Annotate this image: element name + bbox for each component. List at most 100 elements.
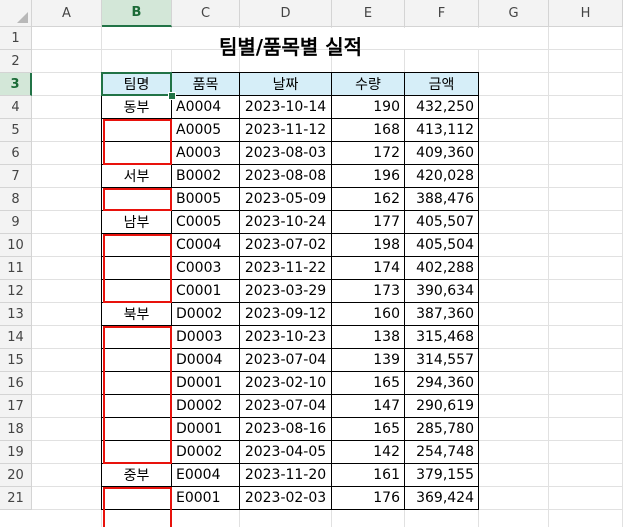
table-cell[interactable]: 405,504 [405,233,479,257]
table-cell[interactable]: 432,250 [405,95,479,119]
row-header-11[interactable]: 11 [0,257,32,280]
table-cell[interactable]: 2023-07-02 [240,233,332,257]
row-header-4[interactable]: 4 [0,96,32,119]
table-cell[interactable]: 172 [332,141,405,165]
table-cell[interactable]: A0004 [172,95,240,119]
table-cell[interactable]: 165 [332,417,405,441]
table-cell[interactable]: C0001 [172,279,240,303]
table-cell[interactable]: 2023-07-04 [240,348,332,372]
table-cell[interactable]: 2023-11-20 [240,463,332,487]
table-cell[interactable]: 2023-08-08 [240,164,332,188]
table-cell[interactable]: 390,634 [405,279,479,303]
table-cell[interactable]: 369,424 [405,486,479,510]
table-cell[interactable]: 2023-02-10 [240,371,332,395]
table-cell[interactable]: 2023-10-24 [240,210,332,234]
table-cell[interactable]: 2023-04-05 [240,440,332,464]
table-cell[interactable]: 161 [332,463,405,487]
table-cell[interactable]: 177 [332,210,405,234]
row-header-19[interactable]: 19 [0,441,32,464]
row-header-13[interactable]: 13 [0,303,32,326]
row-header-5[interactable]: 5 [0,119,32,142]
row-header-10[interactable]: 10 [0,234,32,257]
row-header-2[interactable]: 2 [0,50,32,73]
table-cell[interactable]: 2023-11-22 [240,256,332,280]
table-cell[interactable]: 남부 [101,210,172,234]
table-cell[interactable]: 402,288 [405,256,479,280]
table-cell[interactable]: 387,360 [405,302,479,326]
table-cell[interactable]: 2023-10-14 [240,95,332,119]
table-cell[interactable]: 서부 [101,164,172,188]
table-cell[interactable]: 중부 [101,463,172,487]
row-header-17[interactable]: 17 [0,395,32,418]
table-cell[interactable]: C0005 [172,210,240,234]
table-cell[interactable]: 190 [332,95,405,119]
row-header-15[interactable]: 15 [0,349,32,372]
header-cell-5[interactable]: 금액 [405,72,479,96]
fill-handle[interactable] [168,92,176,100]
select-all-corner[interactable] [0,0,32,27]
table-cell[interactable]: 420,028 [405,164,479,188]
row-header-1[interactable]: 1 [0,27,32,50]
table-cell[interactable]: A0005 [172,118,240,142]
table-cell[interactable]: 294,360 [405,371,479,395]
column-header-d[interactable]: D [240,0,332,27]
spreadsheet-grid[interactable]: 팀별/품목별 실적 A B C D E F G H 1 2 3 4 5 6 7 8 9 10 11 12 13 14 15 16… [0,0,623,527]
column-header-a[interactable]: A [32,0,102,27]
table-cell[interactable]: E0004 [172,463,240,487]
table-cell[interactable]: D0002 [172,440,240,464]
table-cell[interactable]: E0001 [172,486,240,510]
table-cell[interactable]: 2023-03-29 [240,279,332,303]
table-cell[interactable]: 198 [332,233,405,257]
table-cell[interactable]: D0001 [172,417,240,441]
table-cell[interactable]: 315,468 [405,325,479,349]
row-header-20[interactable]: 20 [0,464,32,487]
table-cell[interactable]: 2023-08-03 [240,141,332,165]
table-cell[interactable]: D0003 [172,325,240,349]
table-cell[interactable]: A0003 [172,141,240,165]
row-header-21[interactable]: 21 [0,487,32,510]
column-header-b[interactable]: B [102,0,172,27]
table-cell[interactable]: D0001 [172,371,240,395]
table-cell[interactable]: 290,619 [405,394,479,418]
row-header-14[interactable]: 14 [0,326,32,349]
row-header-3[interactable]: 3 [0,73,32,96]
table-cell[interactable]: B0005 [172,187,240,211]
table-cell[interactable]: 314,557 [405,348,479,372]
table-cell[interactable]: 2023-08-16 [240,417,332,441]
row-header-16[interactable]: 16 [0,372,32,395]
column-header-h[interactable]: H [549,0,623,27]
table-cell[interactable]: 2023-05-09 [240,187,332,211]
table-cell[interactable]: 147 [332,394,405,418]
row-header-6[interactable]: 6 [0,142,32,165]
table-cell[interactable]: 142 [332,440,405,464]
row-header-12[interactable]: 12 [0,280,32,303]
table-cell[interactable]: 176 [332,486,405,510]
table-cell[interactable]: 409,360 [405,141,479,165]
table-cell[interactable]: 동부 [101,95,172,119]
table-cell[interactable]: 388,476 [405,187,479,211]
table-cell[interactable]: D0002 [172,394,240,418]
column-header-c[interactable]: C [172,0,240,27]
header-cell-3[interactable]: 날짜 [240,72,332,96]
table-cell[interactable]: 174 [332,256,405,280]
table-cell[interactable]: C0004 [172,233,240,257]
table-cell[interactable]: 413,112 [405,118,479,142]
table-cell[interactable]: 405,507 [405,210,479,234]
table-cell[interactable]: 160 [332,302,405,326]
column-header-g[interactable]: G [479,0,549,27]
table-cell[interactable]: 168 [332,118,405,142]
table-cell[interactable]: C0003 [172,256,240,280]
table-cell[interactable]: 173 [332,279,405,303]
table-cell[interactable]: 285,780 [405,417,479,441]
table-cell[interactable]: 2023-07-04 [240,394,332,418]
table-cell[interactable]: 165 [332,371,405,395]
table-cell[interactable]: 162 [332,187,405,211]
table-cell[interactable]: 196 [332,164,405,188]
table-cell[interactable]: 379,155 [405,463,479,487]
header-cell-2[interactable]: 품목 [172,72,240,96]
table-cell[interactable]: 2023-10-23 [240,325,332,349]
table-cell[interactable]: 138 [332,325,405,349]
column-header-f[interactable]: F [405,0,479,27]
table-cell[interactable]: D0002 [172,302,240,326]
table-cell[interactable]: 2023-02-03 [240,486,332,510]
